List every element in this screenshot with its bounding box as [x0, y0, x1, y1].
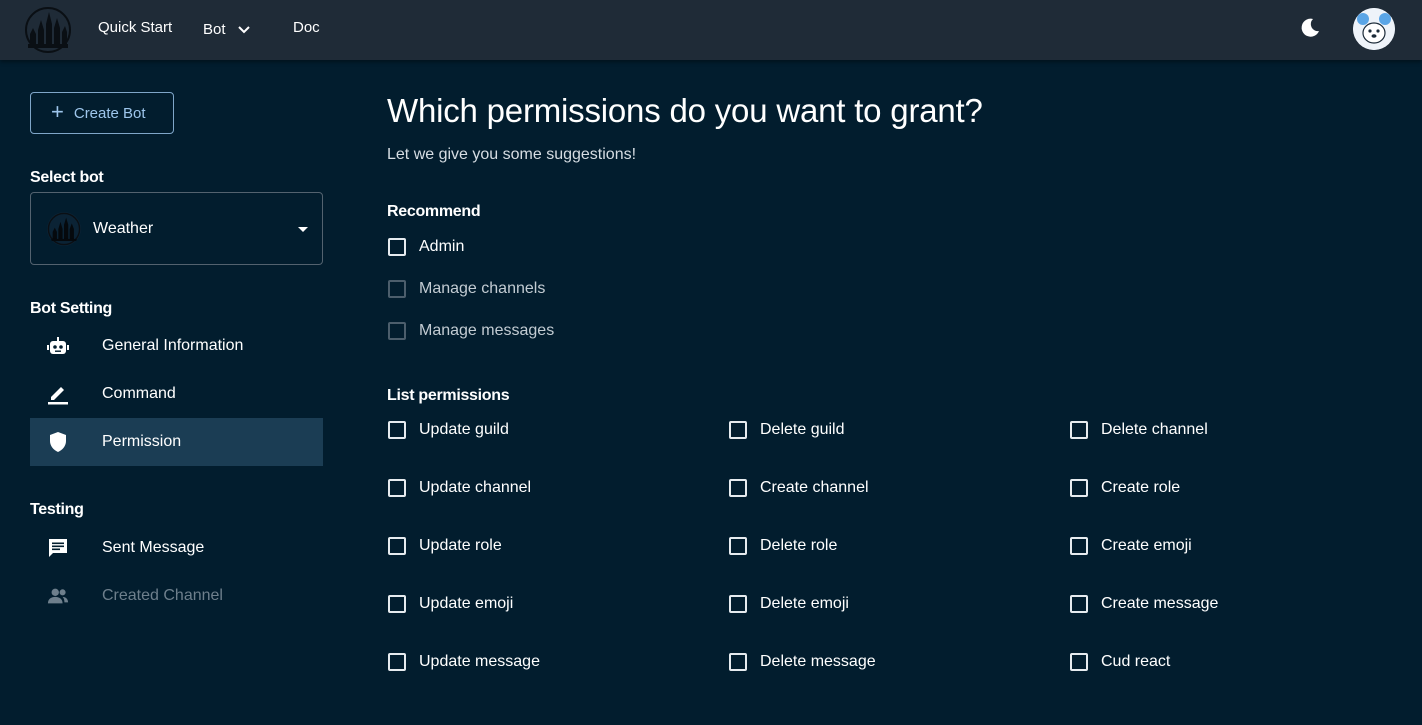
bot-setting-label: Bot Setting [30, 300, 113, 317]
create-bot-button[interactable]: + Create Bot [30, 92, 174, 134]
message-icon [47, 537, 69, 559]
checkbox-label: Update guild [419, 421, 509, 438]
checkbox-box[interactable] [1070, 479, 1088, 497]
checkbox-label: Create emoji [1101, 537, 1192, 554]
sidebar-item-label: Permission [102, 433, 182, 450]
checkbox-box[interactable] [1070, 421, 1088, 439]
sidebar-item-command[interactable]: Command [30, 370, 323, 418]
chevron-down-icon [237, 26, 250, 34]
recommend-label: Recommend [387, 203, 481, 220]
create-bot-label: Create Bot [73, 104, 146, 122]
checkbox-box[interactable] [388, 421, 406, 439]
checkbox-label: Manage channels [419, 280, 546, 297]
checkbox-permission[interactable]: Create channel [729, 476, 869, 500]
checkbox-label: Update role [419, 537, 502, 554]
people-icon [47, 585, 69, 607]
checkbox-label: Delete emoji [760, 595, 849, 612]
checkbox-box[interactable] [729, 479, 747, 497]
checkbox-permission[interactable]: Update role [388, 534, 502, 558]
checkbox-box[interactable] [388, 479, 406, 497]
checkbox-permission[interactable]: Update channel [388, 476, 531, 500]
robot-icon [47, 335, 69, 357]
checkbox-label: Delete role [760, 537, 838, 554]
checkbox-box[interactable] [388, 595, 406, 613]
checkbox-label: Manage messages [419, 322, 555, 339]
checkbox-manage-messages[interactable]: Manage messages [388, 319, 554, 343]
checkbox-label: Create message [1101, 595, 1219, 612]
checkbox-box[interactable] [388, 238, 406, 256]
sidebar-item-general-information[interactable]: General Information [30, 322, 323, 370]
sidebar-item-permission[interactable]: Permission [30, 418, 323, 466]
checkbox-box[interactable] [1070, 595, 1088, 613]
checkbox-permission[interactable]: Create message [1070, 592, 1218, 616]
checkbox-box[interactable] [729, 595, 747, 613]
nav-doc[interactable]: Doc [293, 0, 320, 60]
checkbox-permission[interactable]: Delete guild [729, 418, 845, 442]
list-permissions-label: List permissions [387, 387, 510, 404]
checkbox-admin[interactable]: Admin [388, 235, 464, 259]
checkbox-permission[interactable]: Update message [388, 650, 540, 674]
bot-select-dropdown[interactable]: Weather [30, 192, 323, 265]
checkbox-permission[interactable]: Create role [1070, 476, 1180, 500]
page-title: Which permissions do you want to grant? [387, 92, 983, 129]
shield-icon [47, 431, 69, 453]
checkbox-box[interactable] [1070, 653, 1088, 671]
dark-mode-toggle-icon[interactable] [1298, 16, 1322, 40]
checkbox-label: Delete channel [1101, 421, 1208, 438]
sidebar-item-label: Command [102, 385, 176, 402]
checkbox-permission[interactable]: Delete role [729, 534, 837, 558]
select-bot-label: Select bot [30, 169, 104, 186]
checkbox-permission[interactable]: Create emoji [1070, 534, 1192, 558]
checkbox-box[interactable] [729, 537, 747, 555]
sidebar-item-sent-message[interactable]: Sent Message [30, 524, 323, 572]
checkbox-box[interactable] [1070, 537, 1088, 555]
checkbox-label: Delete message [760, 653, 876, 670]
bot-avatar-icon [47, 211, 81, 246]
checkbox-label: Cud react [1101, 653, 1171, 670]
checkbox-label: Create role [1101, 479, 1181, 496]
checkbox-permission[interactable]: Delete message [729, 650, 876, 674]
checkbox-permission[interactable]: Delete channel [1070, 418, 1208, 442]
checkbox-box[interactable] [729, 653, 747, 671]
checkbox-label: Delete guild [760, 421, 845, 438]
checkbox-box[interactable] [388, 653, 406, 671]
plus-icon: + [51, 99, 64, 124]
testing-label: Testing [30, 501, 84, 518]
checkbox-label: Create channel [760, 479, 869, 496]
sidebar-item-created-channel[interactable]: Created Channel [30, 572, 323, 620]
checkbox-permission[interactable]: Cud react [1070, 650, 1170, 674]
checkbox-permission[interactable]: Update guild [388, 418, 509, 442]
checkbox-permission[interactable]: Delete emoji [729, 592, 849, 616]
pencil-icon [47, 383, 69, 405]
checkbox-label: Update message [419, 653, 540, 670]
nav-quick-start[interactable]: Quick Start [98, 0, 172, 60]
checkbox-permission[interactable]: Update emoji [388, 592, 513, 616]
checkbox-box[interactable] [729, 421, 747, 439]
user-avatar[interactable] [1353, 8, 1395, 50]
sidebar-item-label: General Information [102, 337, 244, 354]
nav-bot-menu[interactable]: Bot [203, 0, 250, 60]
castle-logo-icon[interactable] [24, 6, 72, 54]
checkbox-label: Update emoji [419, 595, 514, 612]
checkbox-label: Admin [419, 238, 465, 255]
page-subtitle: Let we give you some suggestions! [387, 146, 637, 163]
sidebar-item-label: Sent Message [102, 539, 205, 556]
top-bar: Quick Start Bot Doc [0, 0, 1422, 60]
checkbox-box[interactable] [388, 280, 406, 298]
caret-down-icon [298, 227, 308, 232]
checkbox-label: Update channel [419, 479, 532, 496]
checkbox-box[interactable] [388, 537, 406, 555]
checkbox-manage-channels[interactable]: Manage channels [388, 277, 545, 301]
checkbox-box[interactable] [388, 322, 406, 340]
selected-bot-name: Weather [93, 219, 154, 237]
nav-bot-label: Bot [203, 21, 226, 38]
sidebar-item-label: Created Channel [102, 587, 223, 604]
